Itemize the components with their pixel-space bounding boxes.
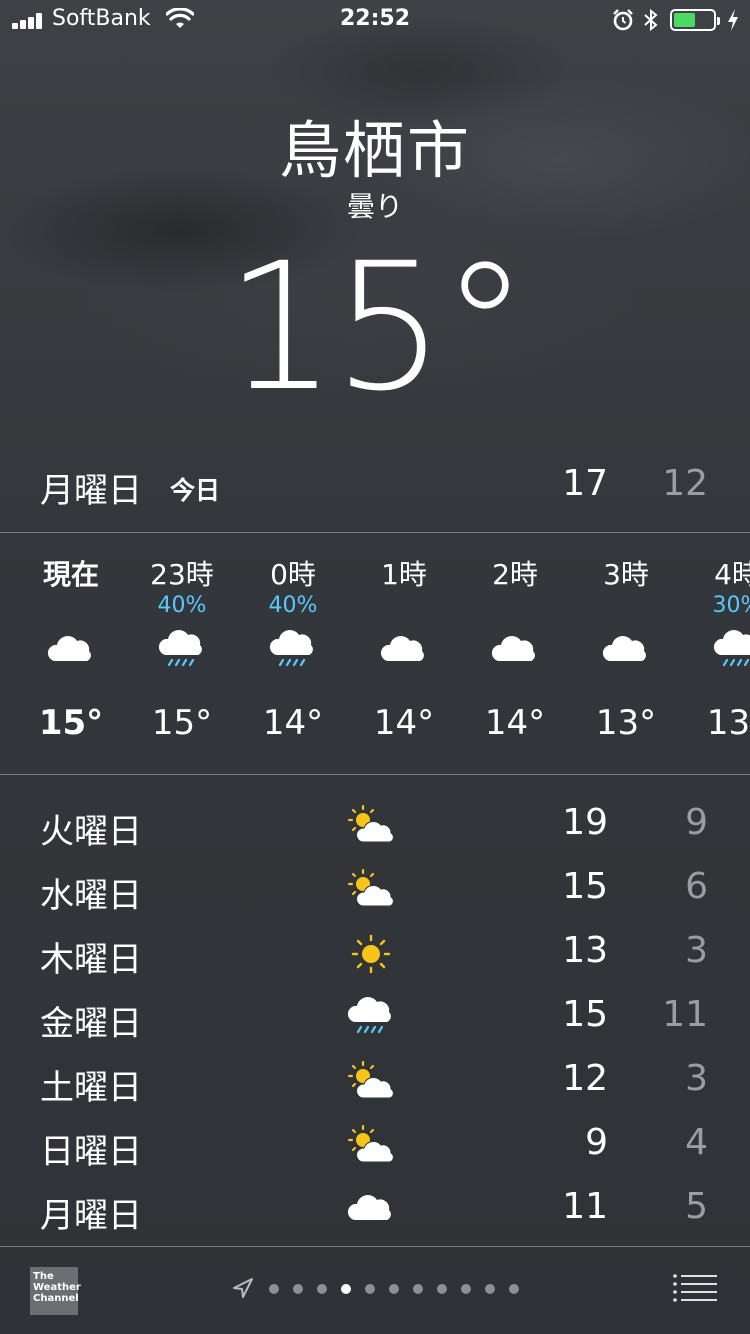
- page-dot[interactable]: [509, 1284, 519, 1294]
- divider: [0, 774, 750, 775]
- hourly-temp: 14°: [262, 703, 324, 743]
- partly-sunny-icon: [343, 1058, 399, 1106]
- cloud-icon: [487, 627, 543, 675]
- daily-day: 木曜日: [40, 940, 142, 980]
- page-dot[interactable]: [389, 1284, 399, 1294]
- city-name: 鳥栖市: [278, 114, 471, 187]
- page-dot[interactable]: [485, 1284, 495, 1294]
- daily-day: 火曜日: [40, 812, 142, 852]
- daily-high: 13: [562, 930, 608, 971]
- rain-icon: [343, 994, 399, 1042]
- alarm-icon: [613, 9, 633, 31]
- partly-sunny-icon: [343, 1122, 399, 1170]
- bluetooth-icon: [644, 8, 658, 32]
- hourly-item: 現在 15°: [16, 533, 126, 773]
- daily-forecast-list: 火曜日 19 9 水曜日 15 6 木曜日 13 3 金曜日 15 11 土曜日 12 3 日曜日 9 4 月曜日 1…: [0, 800, 750, 1248]
- hourly-time: 1時: [381, 558, 427, 591]
- charging-bolt-icon: [728, 9, 738, 31]
- hourly-temp: 14°: [373, 703, 435, 743]
- daily-day: 日曜日: [40, 1132, 142, 1172]
- daily-day: 土曜日: [40, 1068, 142, 1108]
- sun-icon: [343, 930, 399, 978]
- battery-level-fill: [674, 13, 695, 27]
- hourly-precip: 40%: [157, 593, 207, 618]
- page-dot[interactable]: [293, 1284, 303, 1294]
- page-dot[interactable]: [341, 1284, 351, 1294]
- daily-low: 3: [685, 1058, 708, 1099]
- rain-icon: [154, 627, 210, 675]
- hourly-temp: 15°: [151, 703, 213, 743]
- daily-high: 19: [562, 802, 608, 843]
- daily-high: 15: [562, 994, 608, 1035]
- daily-low: 6: [685, 866, 708, 907]
- daily-row: 金曜日 15 11: [0, 992, 750, 1056]
- hourly-temp: 14°: [484, 703, 546, 743]
- hourly-temp: 13°: [706, 703, 750, 743]
- daily-low: 9: [685, 802, 708, 843]
- hourly-temp: 15°: [38, 703, 104, 743]
- daily-low: 11: [662, 994, 708, 1035]
- page-dot[interactable]: [317, 1284, 327, 1294]
- city-list-icon[interactable]: [672, 1273, 720, 1303]
- hourly-item: 0時 40% 14°: [238, 533, 348, 773]
- daily-day: 月曜日: [40, 1196, 142, 1236]
- daily-high: 11: [562, 1186, 608, 1227]
- status-bar: SoftBank 22:52: [0, 0, 750, 40]
- weather-condition: 曇り: [346, 190, 403, 223]
- daily-day: 金曜日: [40, 1004, 142, 1044]
- hourly-time: 23時: [150, 558, 214, 591]
- cloud-icon: [343, 1186, 399, 1234]
- hourly-item: 3時 13°: [571, 533, 681, 773]
- hourly-time: 2時: [492, 558, 538, 591]
- page-dot[interactable]: [461, 1284, 471, 1294]
- daily-low: 4: [685, 1122, 708, 1163]
- hourly-time: 現在: [42, 558, 99, 591]
- partly-sunny-icon: [343, 866, 399, 914]
- daily-high: 12: [562, 1058, 608, 1099]
- partly-sunny-icon: [343, 802, 399, 850]
- daily-row: 土曜日 12 3: [0, 1056, 750, 1120]
- hourly-time: 0時: [270, 558, 316, 591]
- daily-day: 水曜日: [40, 876, 142, 916]
- hourly-forecast-scroller[interactable]: 現在 15° 23時 40% 15° 0時 40% 14° 1時 14° 2時 14° 3時 13° 4時 3…: [0, 533, 750, 773]
- daily-low: 3: [685, 930, 708, 971]
- hourly-item: 2時 14°: [460, 533, 570, 773]
- daily-row: 日曜日 9 4: [0, 1120, 750, 1184]
- page-dot[interactable]: [437, 1284, 447, 1294]
- battery-icon: [670, 9, 720, 31]
- daily-row: 水曜日 15 6: [0, 864, 750, 928]
- rain-icon: [265, 627, 321, 675]
- current-temperature: 15°: [225, 225, 529, 430]
- page-dot[interactable]: [413, 1284, 423, 1294]
- today-low: 12: [662, 463, 708, 504]
- daily-row: 火曜日 19 9: [0, 800, 750, 864]
- today-summary: 月曜日 今日 17 12: [0, 455, 750, 515]
- bottom-toolbar: The Weather Channel: [0, 1247, 750, 1334]
- daily-row: 月曜日 11 5: [0, 1184, 750, 1248]
- daily-row: 木曜日 13 3: [0, 928, 750, 992]
- hourly-precip: 30%: [712, 593, 750, 618]
- page-dot[interactable]: [269, 1284, 279, 1294]
- daily-high: 9: [585, 1122, 608, 1163]
- today-label: 今日: [170, 476, 221, 505]
- daily-low: 5: [685, 1186, 708, 1227]
- cloud-icon: [376, 627, 432, 675]
- hourly-time: 3時: [603, 558, 649, 591]
- cloud-icon: [43, 627, 99, 675]
- cloud-icon: [598, 627, 654, 675]
- page-dot[interactable]: [365, 1284, 375, 1294]
- today-high: 17: [562, 463, 608, 504]
- location-arrow-icon[interactable]: [230, 1277, 254, 1301]
- hourly-item: 1時 14°: [349, 533, 459, 773]
- hourly-temp: 13°: [595, 703, 657, 743]
- hourly-item: 4時30% 13°: [682, 533, 750, 773]
- daily-high: 15: [562, 866, 608, 907]
- hourly-item: 23時 40% 15°: [127, 533, 237, 773]
- hourly-precip: 40%: [268, 593, 318, 618]
- hourly-time: 4時: [714, 558, 750, 591]
- weather-channel-logo[interactable]: The Weather Channel: [30, 1267, 81, 1315]
- status-clock: 22:52: [339, 6, 411, 31]
- today-day: 月曜日: [40, 471, 142, 511]
- rain-icon: [709, 627, 750, 675]
